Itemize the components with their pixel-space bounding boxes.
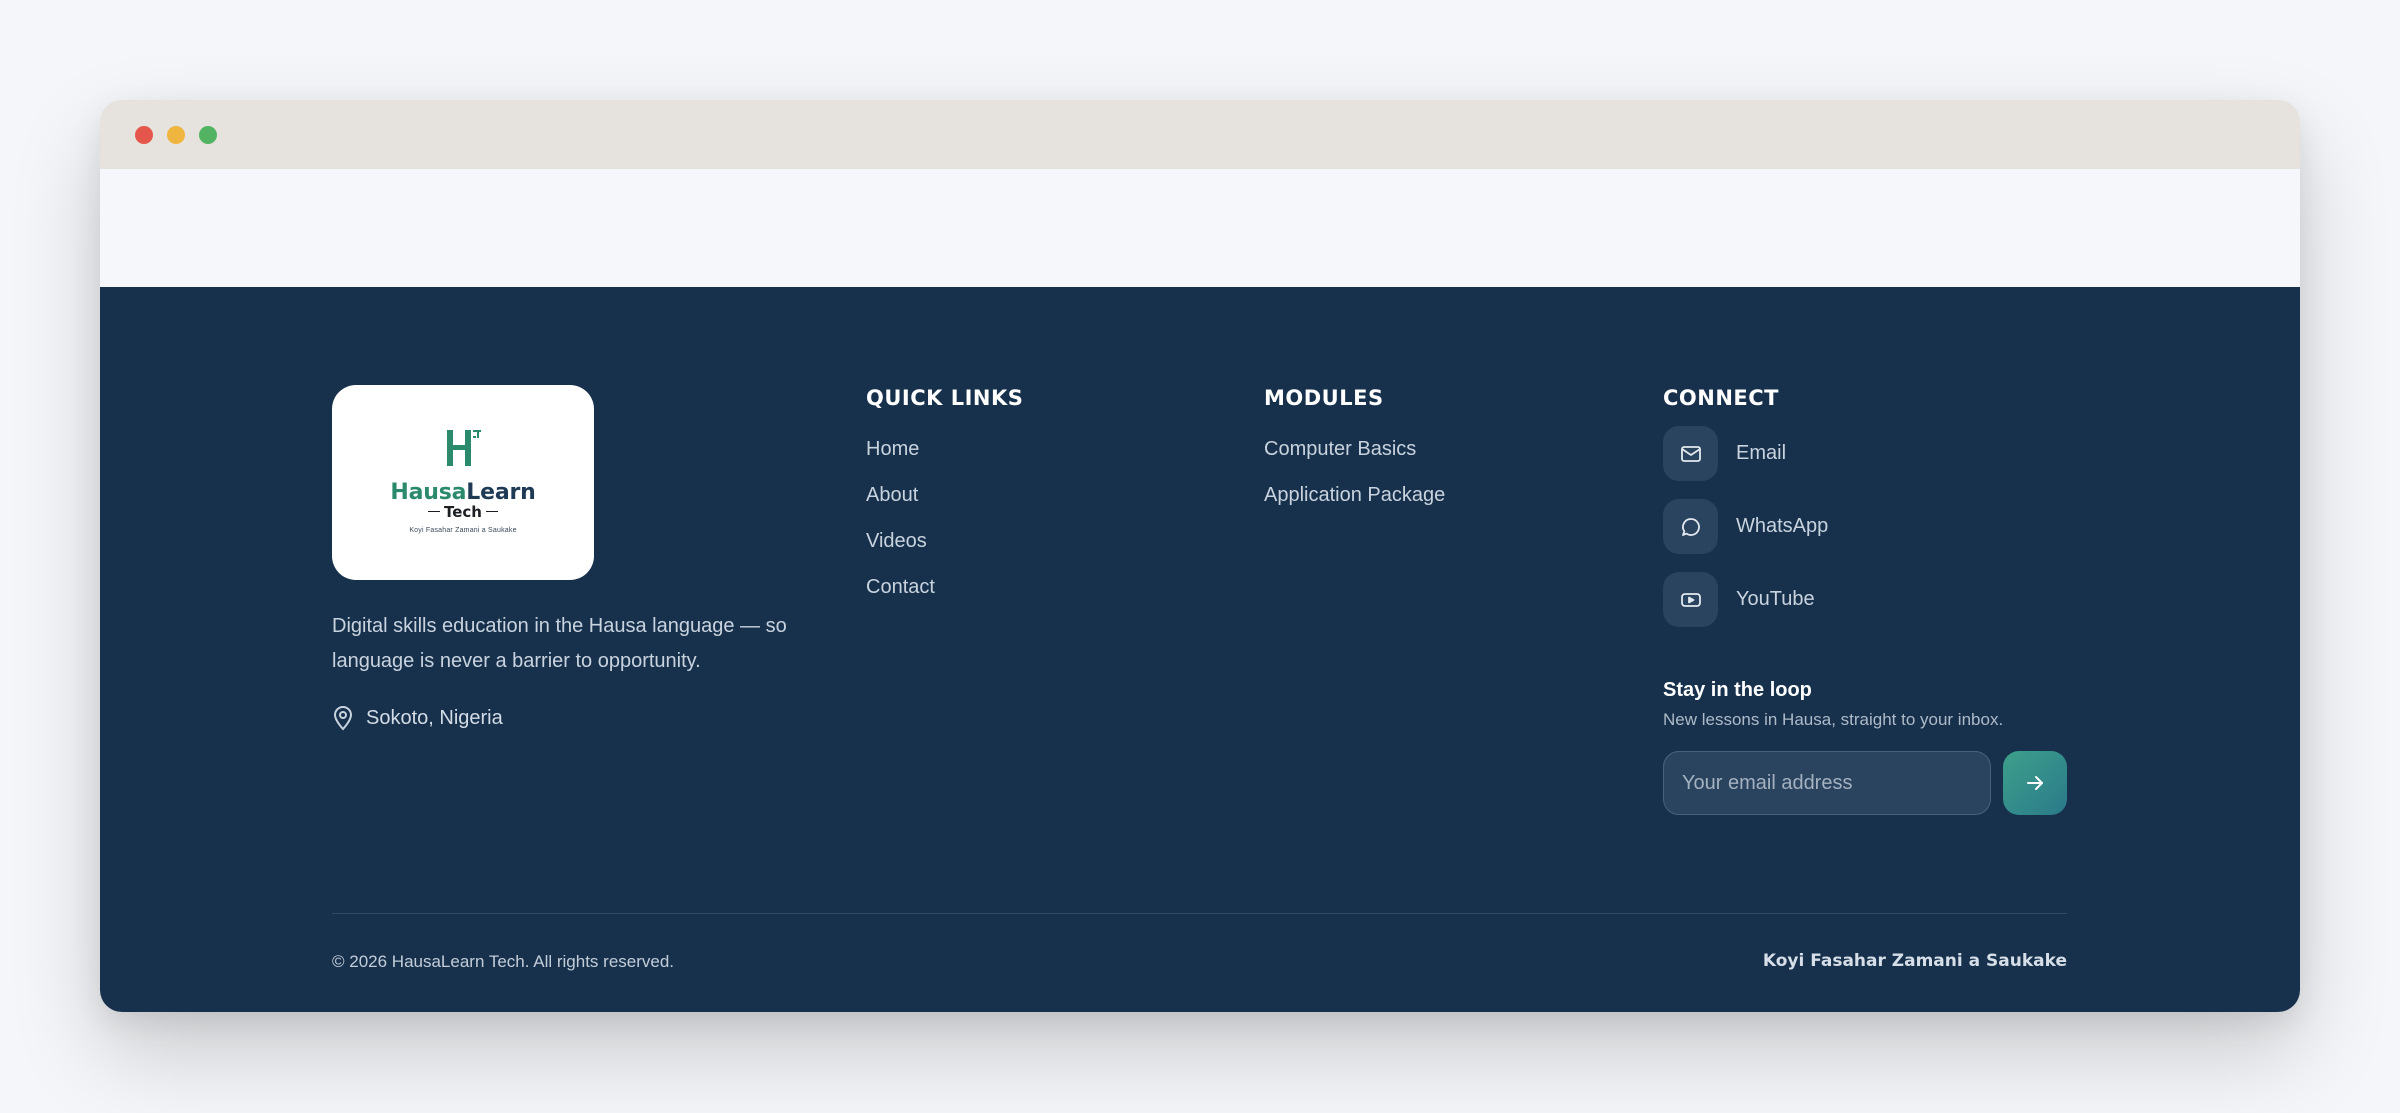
logo-name-learn: Learn [466, 479, 536, 505]
footer-link-contact[interactable]: Contact [866, 574, 1023, 600]
footer-credit: Koyi Fasahar Zamani a Saukake [1762, 951, 2067, 971]
connect-whatsapp[interactable]: WhatsApp [1663, 499, 1828, 554]
module-link-computer-basics[interactable]: Computer Basics [1264, 436, 1445, 462]
connect-column: CONNECT Email WhatsApp YouTube [1663, 386, 1828, 627]
newsletter-email-input[interactable] [1663, 751, 1991, 815]
footer-link-videos[interactable]: Videos [866, 528, 1023, 554]
minimize-window-button[interactable] [167, 125, 185, 144]
footer-link-home[interactable]: Home [866, 436, 1023, 462]
youtube-icon [1680, 592, 1701, 607]
footer-divider [332, 913, 2067, 914]
location: Sokoto, Nigeria [332, 705, 503, 731]
mail-icon [1680, 445, 1701, 462]
logo-tech-label: Tech [444, 502, 482, 521]
site-footer: HausaLearn Tech Koyi Fasahar Zamani a Sa… [100, 287, 2300, 1012]
arrow-right-icon [2027, 776, 2043, 790]
newsletter-title: Stay in the loop [1663, 679, 1812, 701]
logo-tagline: Koyi Fasahar Zamani a Saukake [409, 526, 517, 534]
map-pin-icon [333, 706, 353, 731]
quick-links-heading: QUICK LINKS [866, 386, 1024, 410]
module-link-application-package[interactable]: Application Package [1264, 482, 1445, 508]
connect-youtube[interactable]: YouTube [1663, 572, 1828, 627]
quick-links-column: QUICK LINKS Home About Videos Contact [866, 386, 1023, 600]
logo-name-hausa: Hausa [390, 479, 467, 505]
newsletter-submit-button[interactable] [2003, 751, 2067, 815]
connect-email-label: Email [1736, 442, 1787, 464]
logo-tech-line: Tech [428, 503, 498, 521]
close-window-button[interactable] [135, 125, 153, 144]
brand-logo[interactable]: HausaLearn Tech Koyi Fasahar Zamani a Sa… [332, 385, 594, 580]
logo-mark-icon [447, 429, 481, 466]
connect-youtube-label: YouTube [1736, 588, 1815, 610]
page-top-area [100, 169, 2300, 287]
window-titlebar [100, 100, 2300, 169]
connect-whatsapp-label: WhatsApp [1736, 515, 1829, 537]
chat-bubble-icon [1681, 517, 1700, 536]
newsletter-subtitle: New lessons in Hausa, straight to your i… [1663, 710, 2004, 729]
connect-email[interactable]: Email [1663, 426, 1828, 481]
maximize-window-button[interactable] [199, 125, 217, 144]
browser-window: HausaLearn Tech Koyi Fasahar Zamani a Sa… [100, 100, 2300, 1012]
modules-heading: MODULES [1264, 386, 1384, 410]
logo-wordmark: HausaLearn [390, 480, 535, 505]
connect-heading: CONNECT [1663, 386, 1779, 410]
brand-description: Digital skills education in the Hausa la… [332, 615, 787, 672]
footer-link-about[interactable]: About [866, 482, 1023, 508]
location-text: Sokoto, Nigeria [366, 706, 503, 729]
modules-column: MODULES Computer Basics Application Pack… [1264, 386, 1445, 508]
copyright-text: © 2026 HausaLearn Tech. All rights reser… [332, 952, 675, 971]
